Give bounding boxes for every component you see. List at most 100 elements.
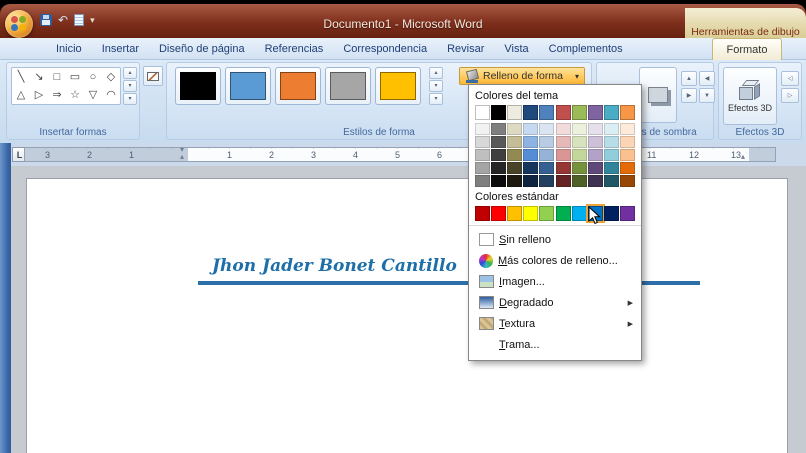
shadow-nudge-button[interactable]: ▲ [681,71,697,86]
shadow-nudge-button[interactable]: ▼ [699,88,715,103]
theme-color-swatch[interactable] [507,105,523,120]
theme-color-variant-swatch[interactable] [523,149,539,161]
menu-item-sin-relleno[interactable]: Sin relleno [475,229,635,250]
theme-color-variant-swatch[interactable] [555,136,571,148]
standard-color-swatch[interactable] [555,206,571,221]
shape-button[interactable]: ⇒ [49,87,65,103]
standard-color-swatch[interactable] [571,206,587,221]
tab-referencias[interactable]: Referencias [255,38,334,59]
shape-button[interactable]: ╲ [13,69,29,85]
shape-button[interactable]: ◠ [103,87,119,103]
effects-3d-tilt-button[interactable]: ◁ [781,71,799,86]
theme-color-variant-swatch[interactable] [587,136,603,148]
tab-insertar[interactable]: Insertar [92,38,149,59]
menu-item-textura[interactable]: Textura ▶ [475,313,635,334]
right-indent-marker[interactable]: ▴ [741,153,745,161]
theme-color-variant-swatch[interactable] [603,136,619,148]
hanging-indent-marker[interactable]: ▴ [180,153,184,161]
theme-color-variant-swatch[interactable] [603,149,619,161]
shape-style-swatch[interactable] [375,67,421,105]
shadow-nudge-button[interactable]: ▶ [681,88,697,103]
tab-vista[interactable]: Vista [494,38,538,59]
shape-fill-button[interactable]: Relleno de forma ▾ [459,67,585,85]
standard-color-swatch[interactable] [507,206,523,221]
theme-color-variant-swatch[interactable] [523,136,539,148]
theme-color-variant-swatch[interactable] [491,123,507,135]
tab-formato[interactable]: Formato [712,38,782,60]
theme-color-variant-swatch[interactable] [571,162,587,174]
theme-color-variant-swatch[interactable] [571,123,587,135]
edit-shape-button[interactable] [143,66,163,86]
theme-color-variant-swatch[interactable] [523,175,539,187]
theme-color-variant-swatch[interactable] [539,136,555,148]
shape-button[interactable]: ☆ [67,87,83,103]
scroll-down-button[interactable]: ▾ [429,80,443,92]
menu-item-degradado[interactable]: Degradado ▶ [475,292,635,313]
theme-color-variant-swatch[interactable] [539,162,555,174]
shape-button[interactable]: ▽ [85,87,101,103]
shape-style-swatch[interactable] [325,67,371,105]
theme-color-swatch[interactable] [555,105,571,120]
theme-color-variant-swatch[interactable] [507,123,523,135]
theme-color-variant-swatch[interactable] [475,175,490,187]
theme-color-variant-swatch[interactable] [571,175,587,187]
standard-color-swatch[interactable] [539,206,555,221]
shape-button[interactable]: ▷ [31,87,47,103]
theme-color-variant-swatch[interactable] [507,175,523,187]
theme-color-variant-swatch[interactable] [571,136,587,148]
shape-button[interactable]: ↘ [31,69,47,85]
document-text[interactable]: Jhon Jader Bonet Cantillo [212,256,457,276]
theme-color-variant-swatch[interactable] [555,175,571,187]
scroll-up-button[interactable]: ▴ [429,67,443,79]
theme-color-variant-swatch[interactable] [507,149,523,161]
theme-color-variant-swatch[interactable] [491,149,507,161]
theme-color-swatch[interactable] [571,105,587,120]
theme-color-variant-swatch[interactable] [475,123,490,135]
theme-color-variant-swatch[interactable] [475,136,490,148]
effects-3d-button[interactable]: Efectos 3D [723,67,777,125]
theme-color-variant-swatch[interactable] [619,149,635,161]
theme-color-variant-swatch[interactable] [539,149,555,161]
shape-button[interactable]: △ [13,87,29,103]
menu-item-imagen[interactable]: Imagen... [475,271,635,292]
standard-color-swatch[interactable] [523,206,539,221]
theme-color-variant-swatch[interactable] [491,136,507,148]
theme-color-variant-swatch[interactable] [523,123,539,135]
theme-color-swatch[interactable] [539,105,555,120]
theme-color-variant-swatch[interactable] [587,175,603,187]
standard-color-swatch[interactable] [619,206,635,221]
theme-color-variant-swatch[interactable] [475,149,490,161]
scroll-up-button[interactable]: ▴ [123,67,137,79]
shape-button[interactable]: □ [49,69,65,85]
theme-color-variant-swatch[interactable] [619,162,635,174]
theme-color-variant-swatch[interactable] [539,175,555,187]
theme-color-variant-swatch[interactable] [491,162,507,174]
theme-color-variant-swatch[interactable] [587,123,603,135]
tab-revisar[interactable]: Revisar [437,38,494,59]
shape-button[interactable]: ◇ [103,69,119,85]
theme-color-variant-swatch[interactable] [619,123,635,135]
shadow-nudge-button[interactable]: ◀ [699,71,715,86]
theme-color-variant-swatch[interactable] [571,149,587,161]
tab-correspondencia[interactable]: Correspondencia [333,38,437,59]
shape-style-swatch[interactable] [225,67,271,105]
theme-color-variant-swatch[interactable] [587,162,603,174]
shape-style-swatch[interactable] [275,67,321,105]
theme-color-variant-swatch[interactable] [539,123,555,135]
theme-color-variant-swatch[interactable] [555,162,571,174]
standard-color-swatch[interactable] [491,206,507,221]
scroll-down-button[interactable]: ▾ [123,80,137,92]
tab-inicio[interactable]: Inicio [46,38,92,59]
shape-button[interactable]: ○ [85,69,101,85]
theme-color-variant-swatch[interactable] [523,162,539,174]
effects-3d-tilt-button[interactable]: ▷ [781,88,799,103]
menu-item-mas-colores-de-relleno[interactable]: Más colores de relleno... [475,250,635,271]
theme-color-variant-swatch[interactable] [507,136,523,148]
tab-diseno-de-pagina[interactable]: Diseño de página [149,38,255,59]
gallery-more-button[interactable]: ▾ [429,93,443,105]
theme-color-swatch[interactable] [491,105,507,120]
document-page[interactable] [26,178,788,453]
shape-style-swatch[interactable] [175,67,221,105]
theme-color-swatch[interactable] [587,105,603,120]
menu-item-trama[interactable]: Trama... [475,334,635,355]
